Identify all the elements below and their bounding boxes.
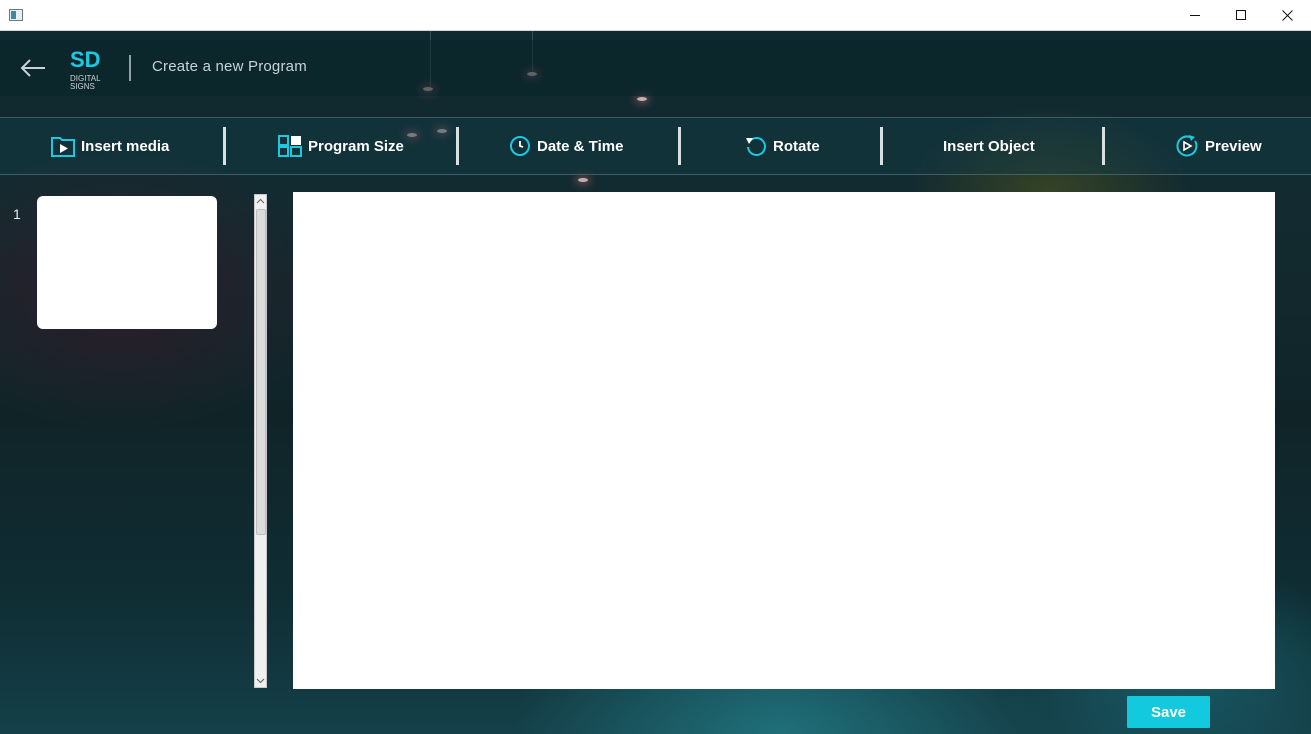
logo-mark: SD — [70, 47, 101, 72]
slides-scrollbar[interactable] — [254, 194, 267, 688]
toolbar: Insert media Program Size Date & Time Ro… — [0, 117, 1311, 175]
scroll-down-button[interactable] — [255, 675, 266, 687]
app-window: SD DIGITAL SIGNS Create a new Program In… — [0, 0, 1311, 734]
preview-button[interactable]: Preview — [1175, 118, 1262, 174]
close-button[interactable] — [1264, 0, 1310, 30]
scroll-up-button[interactable] — [255, 195, 266, 207]
chevron-up-icon — [256, 198, 265, 204]
digital-signs-logo: SD DIGITAL SIGNS — [70, 47, 101, 91]
rotate-icon — [746, 137, 766, 156]
ceiling-lamp — [578, 178, 588, 182]
preview-label: Preview — [1205, 137, 1262, 155]
toolbar-divider — [880, 127, 883, 165]
slide-thumbnail[interactable] — [37, 196, 217, 329]
date-time-label: Date & Time — [537, 137, 624, 155]
maximize-icon — [1235, 9, 1246, 20]
minimize-button[interactable] — [1172, 0, 1218, 30]
insert-media-button[interactable]: Insert media — [51, 118, 169, 174]
insert-media-label: Insert media — [81, 137, 170, 155]
clock-icon — [510, 136, 530, 156]
insert-object-label: Insert Object — [943, 137, 1035, 155]
toolbar-divider — [223, 127, 226, 165]
maximize-button[interactable] — [1218, 0, 1264, 30]
app-header: SD DIGITAL SIGNS Create a new Program — [0, 40, 1311, 96]
slide-number: 1 — [13, 206, 21, 222]
preview-play-icon — [1176, 135, 1198, 157]
insert-object-button[interactable]: Insert Object — [943, 118, 1035, 174]
scrollbar-thumb[interactable] — [256, 209, 266, 535]
grid-layout-icon — [278, 135, 302, 157]
minimize-icon — [1189, 14, 1200, 16]
title-bar — [0, 0, 1311, 31]
program-size-button[interactable]: Program Size — [278, 118, 404, 174]
toolbar-divider — [678, 127, 681, 165]
header-divider — [129, 55, 131, 81]
page-title: Create a new Program — [152, 58, 307, 75]
program-canvas[interactable] — [293, 192, 1275, 689]
ceiling-lamp — [637, 97, 647, 101]
logo-line2: SIGNS — [70, 82, 95, 91]
play-folder-icon — [51, 137, 75, 157]
app-icon — [9, 9, 23, 21]
date-time-button[interactable]: Date & Time — [509, 118, 623, 174]
arrow-left-icon — [20, 59, 45, 77]
chevron-down-icon — [256, 678, 265, 684]
close-icon — [1281, 9, 1293, 21]
toolbar-divider — [456, 127, 459, 165]
rotate-label: Rotate — [773, 137, 820, 155]
save-button[interactable]: Save — [1127, 696, 1210, 728]
toolbar-divider — [1102, 127, 1105, 165]
rotate-button[interactable]: Rotate — [745, 118, 820, 174]
back-button[interactable] — [18, 56, 50, 80]
program-size-label: Program Size — [308, 137, 404, 155]
